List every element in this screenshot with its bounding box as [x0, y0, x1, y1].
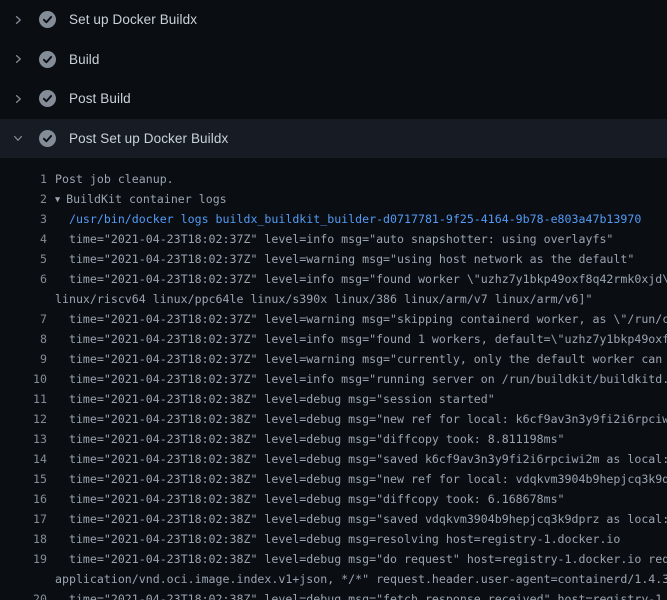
log-line: 20 time="2021-04-23T18:02:38Z" level=deb… [0, 589, 667, 600]
log-line-number[interactable]: 16 [0, 489, 47, 509]
log-line: 6 time="2021-04-23T18:02:37Z" level=info… [0, 269, 667, 289]
log-line-number[interactable] [0, 289, 47, 309]
log-line: 18 time="2021-04-23T18:02:38Z" level=deb… [0, 529, 667, 549]
log-line: 2 ▼BuildKit container logs [0, 189, 667, 209]
log-line-text: time="2021-04-23T18:02:38Z" level=debug … [55, 489, 565, 509]
check-circle-icon [39, 130, 56, 147]
log-line: 4 time="2021-04-23T18:02:37Z" level=info… [0, 229, 667, 249]
log-line-number[interactable]: 6 [0, 269, 47, 289]
step-label: Post Set up Docker Buildx [69, 131, 228, 146]
log-line-number[interactable]: 2 [0, 189, 47, 209]
log-line: 9 time="2021-04-23T18:02:37Z" level=warn… [0, 349, 667, 369]
log-line-text: time="2021-04-23T18:02:38Z" level=debug … [55, 389, 495, 409]
log-line: 1 Post job cleanup. [0, 169, 667, 189]
log-line-number[interactable]: 15 [0, 469, 47, 489]
chevron-right-icon [12, 14, 24, 26]
chevron-right-icon [12, 93, 24, 105]
step-label: Build [69, 52, 100, 67]
log-line-text: /usr/bin/docker logs buildx_buildkit_bui… [55, 209, 641, 229]
log-line: 16 time="2021-04-23T18:02:38Z" level=deb… [0, 489, 667, 509]
check-circle-icon [39, 90, 56, 107]
step-row-build[interactable]: Build [0, 40, 667, 80]
log-line-number[interactable]: 19 [0, 549, 47, 569]
log-line: 8 time="2021-04-23T18:02:37Z" level=info… [0, 329, 667, 349]
check-circle-icon [39, 51, 56, 68]
log-line-text: linux/riscv64 linux/ppc64le linux/s390x … [55, 289, 592, 309]
log-line-number[interactable]: 3 [0, 209, 47, 229]
log-group-toggle[interactable]: ▼BuildKit container logs [55, 189, 227, 209]
log-line: 11 time="2021-04-23T18:02:38Z" level=deb… [0, 389, 667, 409]
log-line-text: time="2021-04-23T18:02:38Z" level=debug … [55, 509, 667, 529]
log-line-number[interactable]: 12 [0, 409, 47, 429]
log-line-text: time="2021-04-23T18:02:37Z" level=info m… [55, 229, 613, 249]
log-line-text: time="2021-04-23T18:02:38Z" level=debug … [55, 469, 667, 489]
log-line-number[interactable]: 18 [0, 529, 47, 549]
step-label: Set up Docker Buildx [69, 12, 197, 27]
log-line-number[interactable]: 13 [0, 429, 47, 449]
log-line: 15 time="2021-04-23T18:02:38Z" level=deb… [0, 469, 667, 489]
log-line-text: Post job cleanup. [55, 169, 174, 189]
log-line-number[interactable]: 9 [0, 349, 47, 369]
log-line: 10 time="2021-04-23T18:02:37Z" level=inf… [0, 369, 667, 389]
log-line-number[interactable]: 4 [0, 229, 47, 249]
log-line-text: time="2021-04-23T18:02:38Z" level=debug … [55, 549, 667, 569]
log-line-number[interactable]: 11 [0, 389, 47, 409]
log-line: 7 time="2021-04-23T18:02:37Z" level=warn… [0, 309, 667, 329]
step-row-set-up-docker-buildx[interactable]: Set up Docker Buildx [0, 0, 667, 40]
log-line-text: time="2021-04-23T18:02:38Z" level=debug … [55, 409, 667, 429]
steps-list: Set up Docker Buildx Build Post Build Po… [0, 0, 667, 158]
log-output: 1 Post job cleanup. 2 ▼BuildKit containe… [0, 158, 667, 600]
step-row-post-build[interactable]: Post Build [0, 79, 667, 119]
log-line-number[interactable]: 20 [0, 589, 47, 600]
log-line-text: time="2021-04-23T18:02:37Z" level=warnin… [55, 249, 634, 269]
step-row-post-set-up-docker-buildx[interactable]: Post Set up Docker Buildx [0, 119, 667, 159]
log-line-number[interactable]: 8 [0, 329, 47, 349]
log-line-number[interactable]: 1 [0, 169, 47, 189]
log-line-number[interactable]: 17 [0, 509, 47, 529]
log-line: 12 time="2021-04-23T18:02:38Z" level=deb… [0, 409, 667, 429]
log-line-number[interactable] [0, 569, 47, 589]
chevron-right-icon [12, 53, 24, 65]
log-line-text: application/vnd.oci.image.index.v1+json,… [55, 569, 667, 589]
log-line-number[interactable]: 10 [0, 369, 47, 389]
log-line-text: time="2021-04-23T18:02:38Z" level=debug … [55, 429, 565, 449]
log-line: 14 time="2021-04-23T18:02:38Z" level=deb… [0, 449, 667, 469]
log-line: 19 time="2021-04-23T18:02:38Z" level=deb… [0, 549, 667, 569]
log-line: 5 time="2021-04-23T18:02:37Z" level=warn… [0, 249, 667, 269]
log-line-text: time="2021-04-23T18:02:37Z" level=warnin… [55, 349, 667, 369]
log-line-number[interactable]: 14 [0, 449, 47, 469]
log-line-text: time="2021-04-23T18:02:38Z" level=debug … [55, 529, 620, 549]
log-line: linux/riscv64 linux/ppc64le linux/s390x … [0, 289, 667, 309]
check-circle-icon [39, 11, 56, 28]
log-line: application/vnd.oci.image.index.v1+json,… [0, 569, 667, 589]
log-line-text: time="2021-04-23T18:02:37Z" level=info m… [55, 369, 667, 389]
step-label: Post Build [69, 91, 131, 106]
log-line: 3 /usr/bin/docker logs buildx_buildkit_b… [0, 209, 667, 229]
log-line-text: time="2021-04-23T18:02:38Z" level=debug … [55, 449, 667, 469]
log-line-text: time="2021-04-23T18:02:38Z" level=debug … [55, 589, 667, 600]
chevron-down-icon [12, 132, 24, 144]
log-line: 17 time="2021-04-23T18:02:38Z" level=deb… [0, 509, 667, 529]
log-line-number[interactable]: 5 [0, 249, 47, 269]
log-line: 13 time="2021-04-23T18:02:38Z" level=deb… [0, 429, 667, 449]
log-line-text: time="2021-04-23T18:02:37Z" level=info m… [55, 269, 667, 289]
log-line-text: time="2021-04-23T18:02:37Z" level=info m… [55, 329, 667, 349]
log-line-text: time="2021-04-23T18:02:37Z" level=warnin… [55, 309, 667, 329]
log-line-number[interactable]: 7 [0, 309, 47, 329]
group-collapse-triangle-icon: ▼ [55, 190, 60, 209]
